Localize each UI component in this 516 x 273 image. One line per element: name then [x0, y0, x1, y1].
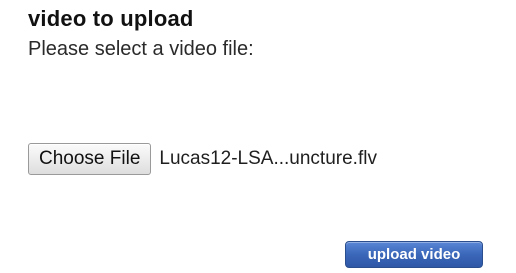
select-file-prompt: Please select a video file:: [28, 38, 254, 60]
form-heading: video to upload: [28, 6, 194, 31]
file-input[interactable]: Choose File Lucas12-LSA...uncture.flv: [28, 142, 377, 176]
upload-video-button[interactable]: upload video: [345, 241, 483, 268]
choose-file-button[interactable]: Choose File: [28, 143, 152, 175]
selected-file-name: Lucas12-LSA...uncture.flv: [159, 148, 377, 169]
